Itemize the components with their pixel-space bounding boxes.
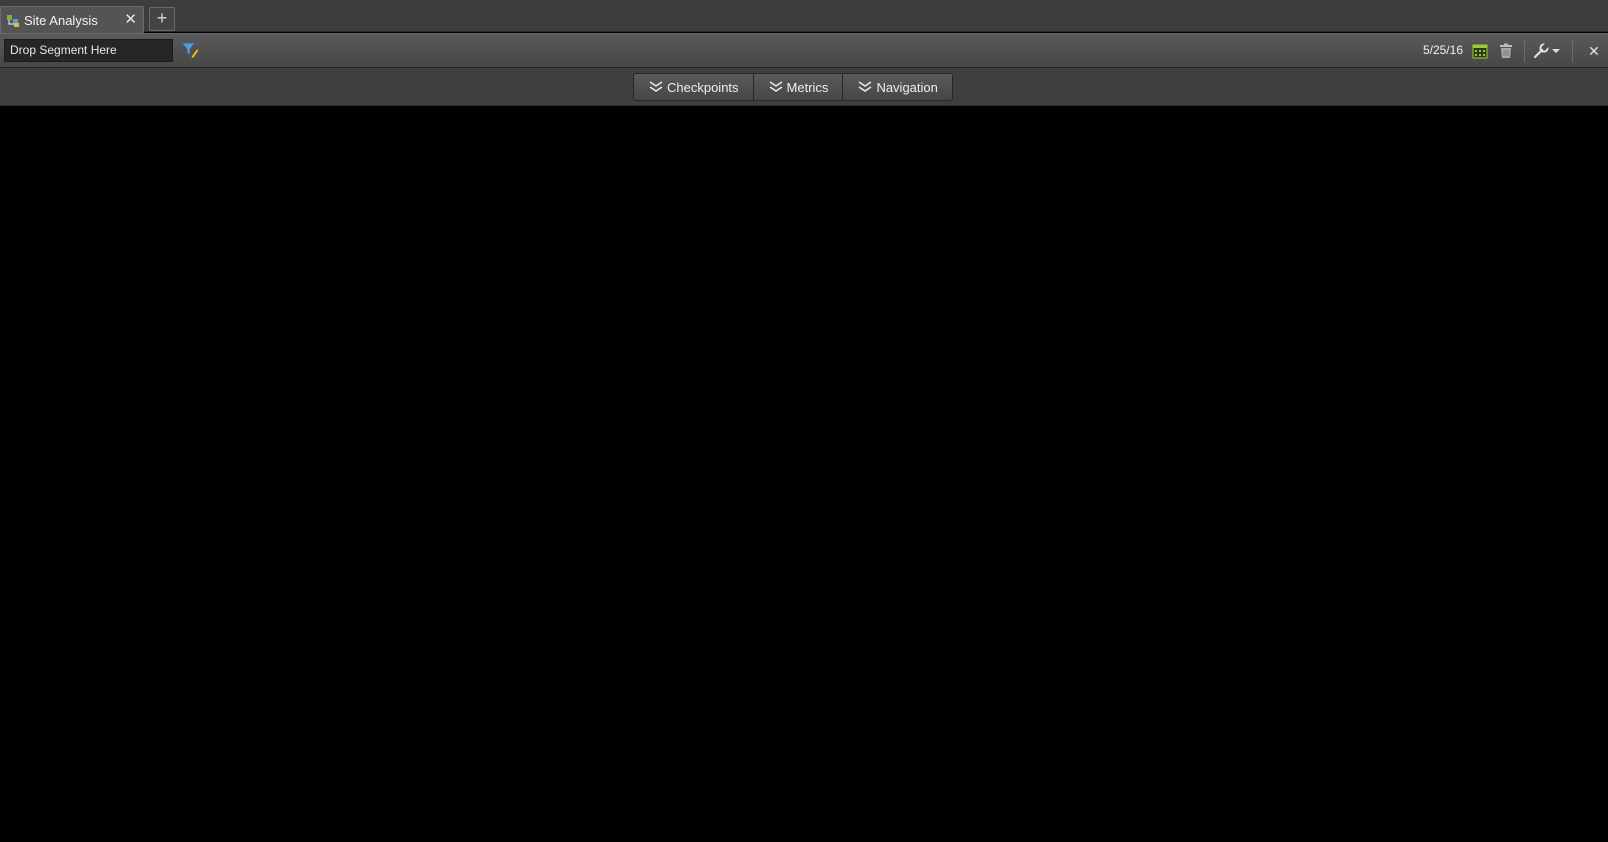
chevron-down-icon	[1552, 48, 1560, 54]
navigation-label: Navigation	[876, 79, 938, 95]
toolbar: Drop Segment Here 5/25/16 ✕	[0, 33, 1608, 68]
close-tab-icon[interactable]: ✕	[124, 11, 137, 29]
toolbar-divider	[1572, 40, 1573, 62]
checkpoints-button[interactable]: Checkpoints	[634, 74, 753, 100]
tab-site-analysis[interactable]: Site Analysis ✕	[0, 6, 144, 33]
new-tab-button[interactable]: +	[149, 7, 175, 31]
site-analysis-icon	[5, 12, 21, 28]
date-range-label[interactable]: 5/25/16	[1423, 34, 1463, 67]
analysis-canvas[interactable]	[0, 106, 1608, 842]
double-chevron-down-icon	[649, 81, 663, 93]
double-chevron-down-icon	[769, 81, 783, 93]
segment-filter-icon[interactable]	[181, 41, 199, 59]
metrics-label: Metrics	[786, 79, 829, 95]
double-chevron-down-icon	[858, 81, 872, 93]
panel-toggle-group: Checkpoints Metrics Navigation	[633, 73, 953, 101]
checkpoints-label: Checkpoints	[667, 79, 739, 95]
button-bar: Checkpoints Metrics Navigation	[0, 68, 1608, 106]
navigation-button[interactable]: Navigation	[842, 74, 951, 100]
segment-drop-zone[interactable]: Drop Segment Here	[4, 39, 173, 62]
settings-menu-button[interactable]	[1533, 42, 1565, 60]
trash-icon[interactable]	[1499, 43, 1513, 59]
toolbar-divider	[1524, 40, 1525, 62]
close-icon[interactable]: ✕	[1586, 41, 1602, 61]
metrics-button[interactable]: Metrics	[752, 74, 843, 100]
calendar-icon[interactable]	[1472, 43, 1488, 59]
tab-label: Site Analysis	[24, 12, 98, 28]
tab-strip: Site Analysis ✕ +	[0, 0, 1608, 33]
wrench-icon	[1533, 43, 1549, 59]
